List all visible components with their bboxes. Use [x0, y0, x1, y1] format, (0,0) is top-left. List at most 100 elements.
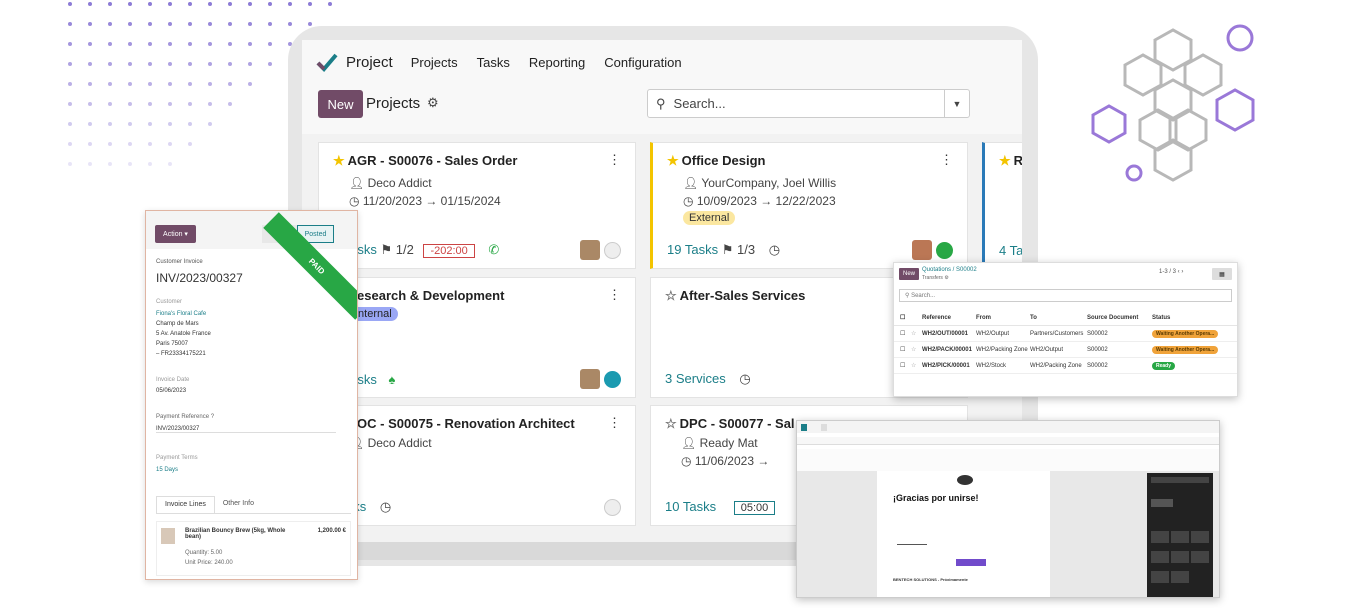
sidebar-block[interactable]: [1171, 531, 1189, 543]
page-title[interactable]: Projects: [366, 95, 420, 112]
project-card[interactable]: ★ Office Design ⋮ 👤︎ YourCompany, Joel Wi…: [650, 142, 968, 269]
sidebar-block[interactable]: [1151, 499, 1173, 507]
project-card[interactable]: ☆DOC - S00075 - Renovation Architect ⋮ 👤…: [318, 405, 636, 526]
col-source[interactable]: Source Document: [1087, 315, 1138, 321]
decorative-dot: [248, 62, 252, 66]
decorative-dot: [88, 62, 92, 66]
table-row[interactable]: ☐ ☆ WH2/OUT/00001 WH2/Output Partners/Cu…: [894, 326, 1237, 342]
decorative-dot: [108, 102, 112, 106]
project-tasks-link[interactable]: 4 Ta: [999, 243, 1022, 258]
kebab-menu-icon[interactable]: ⋮: [608, 287, 621, 303]
sidebar-block[interactable]: [1151, 551, 1169, 563]
kebab-menu-icon[interactable]: ⋮: [608, 415, 621, 431]
project-card-title[interactable]: ★ Office Design: [667, 153, 765, 169]
sidebar-block[interactable]: [1151, 571, 1169, 583]
search-options-chevron-down-icon[interactable]: ▼: [944, 90, 969, 117]
customer-name-link[interactable]: Fiona's Floral Cafe: [156, 311, 206, 317]
project-tasks-link[interactable]: 19 Tasks ⚑ 1/3 ◷: [667, 242, 780, 258]
sidebar-block[interactable]: [1171, 551, 1189, 563]
decorative-dot: [68, 22, 72, 26]
status-dot[interactable]: [604, 242, 621, 259]
pager[interactable]: 1-3 / 3 ‹ ›: [1159, 269, 1183, 275]
nav-reporting[interactable]: Reporting: [529, 55, 585, 70]
project-card-title[interactable]: ★ R: [999, 153, 1022, 169]
new-button[interactable]: New: [318, 90, 363, 118]
select-all-checkbox[interactable]: ☐: [900, 314, 905, 321]
status-dot[interactable]: [936, 242, 953, 259]
project-card-title[interactable]: ☆ DPC - S00077 - Sal: [665, 416, 795, 432]
star-icon[interactable]: ★: [667, 153, 679, 168]
decorative-dot: [68, 102, 72, 106]
sidebar-block[interactable]: [1151, 531, 1169, 543]
search-input[interactable]: ⚲ Search...: [899, 289, 1232, 302]
star-outline-icon[interactable]: ☆: [665, 288, 677, 303]
project-dates: ◷ 11/20/2023 → 01/15/2024: [349, 194, 501, 208]
new-button[interactable]: New: [899, 268, 919, 280]
project-card-title[interactable]: ★Research & Development: [333, 288, 504, 304]
decorative-dot: [68, 82, 72, 86]
invoice-line-row[interactable]: Brazilian Bouncy Brew (5kg, Whole bean) …: [156, 521, 351, 576]
sidebar-tabs[interactable]: [1151, 477, 1209, 483]
project-card-title[interactable]: ☆ After-Sales Services: [665, 288, 805, 304]
row-checkbox[interactable]: ☐: [900, 330, 905, 337]
payment-terms-field[interactable]: 15 Days: [156, 467, 178, 473]
nav-projects[interactable]: Projects: [411, 55, 458, 70]
project-card[interactable]: ★ AGR - S00076 - Sales Order ⋮ 👤︎ Deco Ad…: [318, 142, 636, 269]
view-switcher-icon[interactable]: ▦: [1212, 268, 1232, 280]
app-name[interactable]: Project: [346, 54, 393, 71]
row-checkbox[interactable]: ☐: [900, 362, 905, 369]
decorative-dot: [128, 42, 132, 46]
clock-icon: ◷: [768, 242, 781, 257]
invoice-date-field[interactable]: 05/06/2023: [156, 388, 186, 394]
kebab-menu-icon[interactable]: ⋮: [608, 152, 621, 168]
star-outline-icon[interactable]: ☆: [911, 346, 916, 353]
status-dot[interactable]: [604, 499, 621, 516]
sidebar-block[interactable]: [1191, 531, 1209, 543]
star-icon[interactable]: ★: [333, 153, 345, 168]
avatar[interactable]: [580, 369, 600, 389]
project-tasks-link[interactable]: 10 Tasks 05:00: [665, 499, 776, 515]
project-logo-icon[interactable]: [316, 51, 338, 73]
nav-configuration[interactable]: Configuration: [604, 55, 681, 70]
decorative-dot: [108, 82, 112, 86]
page-subtitle: Transfers ⚙: [922, 275, 949, 281]
col-reference[interactable]: Reference: [922, 315, 951, 321]
editor-tab[interactable]: [801, 424, 807, 431]
email-headline[interactable]: ¡Gracias por unirse!: [893, 493, 979, 503]
sidebar-block[interactable]: [1191, 551, 1209, 563]
nav-tasks[interactable]: Tasks: [477, 55, 510, 70]
project-card-title[interactable]: ☆DOC - S00075 - Renovation Architect: [333, 416, 575, 432]
project-services-link[interactable]: 3 Services ◷: [665, 371, 751, 387]
star-outline-icon[interactable]: ☆: [911, 330, 916, 337]
search-input[interactable]: ⚲ Search... ▼: [647, 89, 970, 118]
row-checkbox[interactable]: ☐: [900, 346, 905, 353]
avatar[interactable]: [912, 240, 932, 260]
project-card[interactable]: ★ R 4 Ta: [982, 142, 1022, 269]
tab-other-info[interactable]: Other Info: [215, 496, 262, 513]
kebab-menu-icon[interactable]: ⋮: [940, 152, 953, 168]
project-card[interactable]: ★Research & Development ⋮ Internal 0 Tas…: [318, 277, 636, 398]
table-row[interactable]: ☐ ☆ WH2/PACK/00001 WH2/Packing Zone WH2/…: [894, 342, 1237, 358]
gear-icon[interactable]: ⚙: [427, 95, 439, 111]
table-row[interactable]: ☐ ☆ WH2/PICK/00001 WH2/Stock WH2/Packing…: [894, 358, 1237, 374]
decorative-dot: [148, 22, 152, 26]
col-status[interactable]: Status: [1152, 315, 1170, 321]
avatar[interactable]: [580, 240, 600, 260]
clock-icon: ◷: [739, 371, 751, 386]
payment-reference-field[interactable]: INV/2023/00327: [156, 426, 336, 433]
col-to[interactable]: To: [1030, 315, 1037, 321]
star-outline-icon[interactable]: ☆: [911, 362, 916, 369]
star-icon[interactable]: ★: [999, 153, 1011, 168]
action-button[interactable]: Action ▾: [155, 225, 196, 243]
sidebar-block[interactable]: [1171, 571, 1189, 583]
phone-icon[interactable]: ✆: [488, 242, 499, 257]
status-dot[interactable]: [604, 371, 621, 388]
tab-invoice-lines[interactable]: Invoice Lines: [156, 496, 215, 513]
breadcrumb[interactable]: Quotations / S00002: [922, 267, 977, 273]
star-outline-icon[interactable]: ☆: [665, 416, 677, 431]
email-cta-button[interactable]: [956, 559, 986, 566]
col-from[interactable]: From: [976, 315, 991, 321]
project-card-title[interactable]: ★ AGR - S00076 - Sales Order: [333, 153, 517, 169]
editor-tab[interactable]: [821, 424, 827, 431]
decorative-dot: [108, 122, 112, 126]
